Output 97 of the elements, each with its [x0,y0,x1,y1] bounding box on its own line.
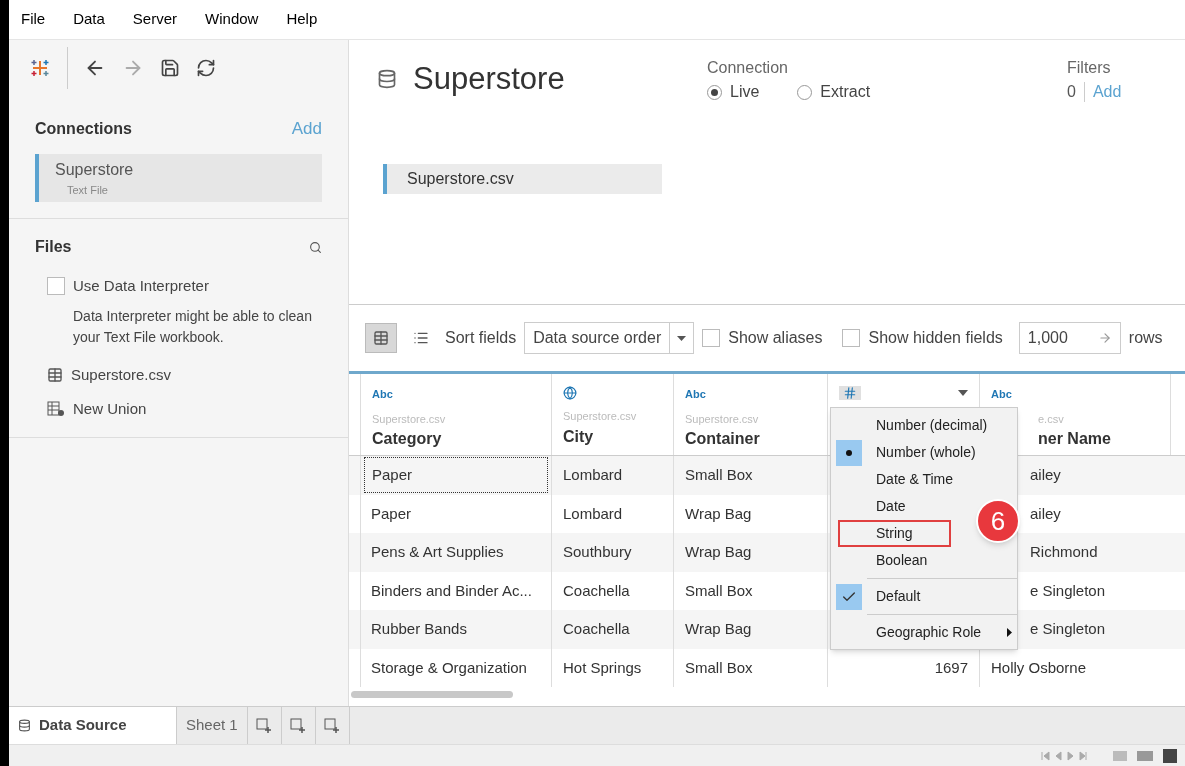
list-icon [413,330,429,346]
checkbox[interactable] [47,277,65,296]
table-cell-text: Southbury [563,542,632,562]
refresh-icon[interactable] [196,58,216,78]
table-cell-text: 1697 [934,657,968,678]
menu-item[interactable]: Help [286,8,318,31]
view-mode-icon[interactable] [1113,748,1177,763]
sort-label: Sort fields [445,328,517,348]
column-header[interactable]: Superstore.csv City [552,374,674,455]
sort-dropdown[interactable]: Data source order [524,322,695,354]
menu-item[interactable]: Number (whole) [870,441,976,464]
menu-item[interactable]: Default [876,586,921,607]
checkbox-label: Use Data Interpreter [73,276,209,296]
table-icon [47,366,63,383]
filters-label: Filters [1067,58,1112,78]
submenu-arrow-icon [1007,627,1012,637]
table-cell-text: Small Box [685,465,753,485]
column-name: City [563,426,595,447]
menu-item[interactable]: String [840,522,949,545]
globe-icon[interactable] [563,386,577,400]
table-cell-text: Holly Osborne [991,657,1087,678]
type-icon[interactable]: Abc [685,386,706,403]
table-cell-text: Small Box [685,580,753,601]
new-worksheet-icon[interactable] [256,717,273,734]
connection-type: Text File [66,182,109,198]
search-icon[interactable] [309,240,322,254]
interpreter-note: Data Interpreter might be able to clean your Text File workbook. [72,306,313,347]
table-cell-text: Binders and Binder Ac... [370,580,533,601]
logo-icon [29,57,51,79]
section-title: Files [35,237,72,257]
table-cell-text: Lombard [563,465,623,485]
rows-field[interactable]: 1,000 [1018,322,1121,354]
table-cell-text: Coachella [563,619,630,639]
checkbox[interactable] [842,329,861,347]
table-cell-text: e Singleton [1030,619,1106,639]
table-cell-text: Paper [370,503,413,524]
menu-item[interactable]: Window [205,8,259,31]
union-icon [47,401,65,418]
table-cell-text: Storage & Organization [370,657,528,678]
table-cell-text: Pens & Art Supplies [370,542,505,562]
column-header[interactable]: Abc Superstore.csv Category [361,374,552,455]
type-icon[interactable]: Abc [991,386,1012,403]
table-cell-text: Rubber Bands [370,619,468,639]
checkbox[interactable] [702,329,721,347]
arrow-icon [1097,331,1112,345]
menu-item[interactable]: Server [132,8,178,31]
checkbox-label: Show hidden fields [868,328,1003,348]
table-cell-text: Wrap Bag [685,542,752,562]
table-cell-text: Wrap Bag [685,503,752,524]
filters-count: 0 [1067,82,1076,102]
menu-item[interactable]: File [21,8,46,31]
table-cell-text: Wrap Bag [685,619,752,639]
column-source: Superstore.csv [685,411,760,427]
menu-item[interactable]: Boolean [870,549,928,572]
column-source: Superstore.csv [372,411,447,427]
column-name: Category [372,429,443,449]
caret-icon [677,335,687,341]
radio-option[interactable]: Extract [797,80,871,104]
table-cell-text: ailey [1030,465,1061,485]
grid-icon [373,330,389,346]
grid-view-button[interactable] [365,323,397,353]
checkbox-label: Show aliases [728,328,823,348]
menu-item[interactable]: Date & Time [870,468,954,491]
menu-item[interactable]: Date [870,495,906,518]
table-item[interactable]: Superstore.csv [71,363,172,386]
type-button[interactable] [839,386,861,400]
submenu-item[interactable]: Geographic Role [831,619,1017,645]
table-cell: Paper [364,457,548,494]
table-cell-text: ailey [1030,503,1061,524]
radio-option[interactable]: Live [707,80,760,104]
connection-item[interactable]: Superstore Text File [35,153,322,202]
column-name: Container [685,429,761,449]
table-cell-text: Lombard [563,503,623,524]
connection-name: Superstore [55,159,135,180]
column-source: Superstore.csv [563,409,638,424]
table-cell-text: Richmond [1030,542,1098,562]
table-pill[interactable]: Superstore.csv [383,164,662,194]
section-title: Connections [35,118,132,139]
type-icon[interactable]: Abc [372,386,393,403]
caret-icon[interactable] [958,390,968,396]
table-cell-text: Coachella [563,580,630,601]
menu-item[interactable]: Data [73,8,105,31]
column-name: ner Name [1038,429,1112,449]
table-cell-text: Hot Springs [563,657,642,678]
database-icon [18,719,31,732]
database-icon[interactable] [377,69,397,90]
table-cell-text: e Singleton [1030,580,1106,601]
scrollbar-thumb[interactable] [351,691,513,698]
table-cell-text: Small Box [685,657,753,678]
union-item[interactable]: New Union [73,398,147,421]
rows-label: rows [1128,328,1163,348]
data-source-title: Superstore [413,60,565,98]
column-header[interactable]: Abc Superstore.csv Container [674,374,828,455]
sheet-tab[interactable]: Data Source [9,707,177,744]
column-source: e.csv [1038,411,1065,427]
connection-label: Connection [707,58,789,78]
save-icon[interactable] [160,58,180,78]
